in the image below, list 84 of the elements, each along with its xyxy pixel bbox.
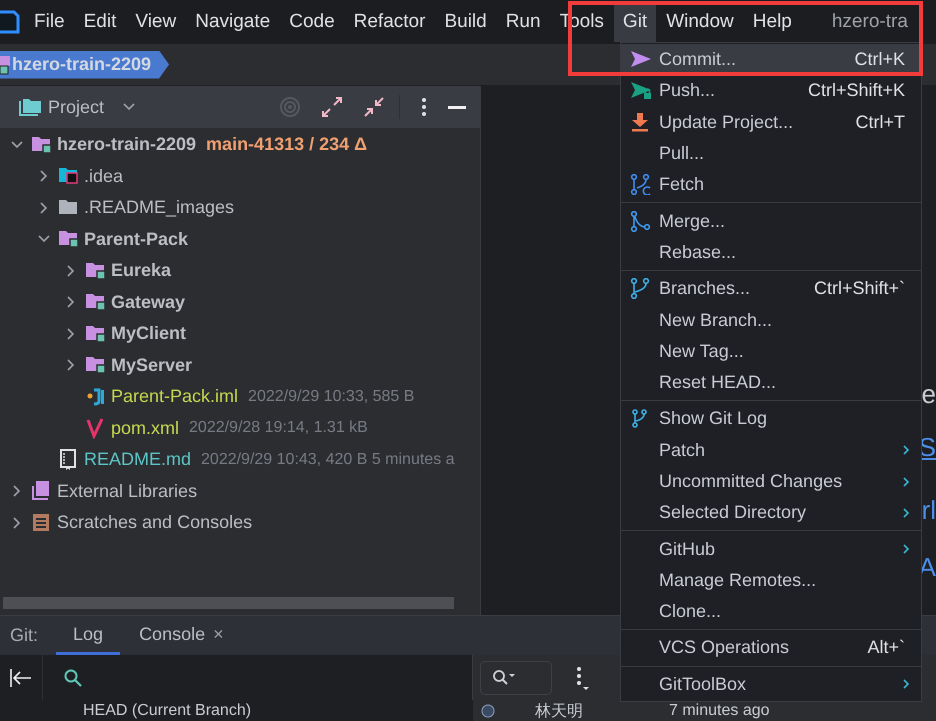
tree-item[interactable]: README.md: [84, 449, 192, 470]
menu-item[interactable]: Code: [280, 2, 344, 42]
tree-item[interactable]: Scratches and Consoles: [57, 512, 252, 534]
menu-item[interactable]: New Tag...: [621, 336, 921, 367]
menu-item[interactable]: GitHub: [621, 533, 921, 565]
tree-item[interactable]: MyServer: [111, 354, 192, 376]
v-mark-icon: [85, 417, 105, 440]
menu-item[interactable]: Build: [435, 2, 496, 42]
shortcut-label: Ctrl+K: [854, 49, 905, 70]
tree-item[interactable]: Eureka: [111, 260, 172, 282]
file-details: 2022/9/28 19:14, 1.31 kB: [189, 419, 368, 438]
menu-item[interactable]: Refactor: [344, 2, 434, 42]
menu-item[interactable]: View: [126, 2, 186, 42]
menu-item[interactable]: Run: [496, 2, 550, 42]
editor-text: e: [922, 379, 936, 409]
menu-item[interactable]: Branches... Ctrl+Shift+`: [621, 273, 921, 304]
commit-time: 7 minutes ago: [669, 701, 770, 721]
module-icon: [0, 54, 10, 76]
menu-item[interactable]: Pull...: [621, 138, 921, 170]
folder-icon: [18, 97, 42, 117]
commit-node-icon: [481, 704, 495, 718]
menu-item[interactable]: Patch: [621, 434, 921, 466]
tree-item[interactable]: Parent-Pack: [84, 228, 188, 250]
menu-item[interactable]: Selected Directory: [621, 497, 921, 528]
project-view-selector[interactable]: Project: [18, 96, 136, 118]
module-file-icon: [85, 386, 105, 408]
menu-item[interactable]: Push... Ctrl+Shift+K: [621, 75, 921, 107]
send-lock-icon: [630, 80, 652, 102]
tree-item[interactable]: Parent-Pack.iml: [111, 386, 238, 408]
tree-item[interactable]: External Libraries: [57, 480, 198, 502]
tree-item[interactable]: MyClient: [111, 323, 186, 344]
shortcut-label: Ctrl+Shift+`: [814, 278, 905, 300]
tree-item[interactable]: pom.xml: [111, 418, 180, 439]
menu-item[interactable]: Window: [657, 2, 743, 42]
tree-item[interactable]: .idea: [84, 166, 124, 187]
branch-item[interactable]: HEAD (Current Branch): [83, 702, 252, 719]
menu-item[interactable]: Help: [744, 2, 801, 42]
menu-item[interactable]: Clone...: [621, 596, 921, 628]
menu-item[interactable]: Update Project... Ctrl+T: [621, 106, 921, 138]
file-details: 2022/9/29 10:33, 585 B: [248, 388, 414, 406]
menu-item[interactable]: Edit: [74, 2, 126, 42]
shortcut-label: Ctrl+Shift+K: [808, 80, 905, 102]
more-icon[interactable]: [574, 664, 590, 690]
menu-item[interactable]: Merge...: [621, 205, 921, 237]
tab[interactable]: Console ×: [122, 616, 241, 655]
window-title: hzero-tra: [832, 11, 908, 33]
collapse-icon: [363, 96, 385, 118]
tree-item[interactable]: hzero-train-2209: [57, 134, 196, 156]
commit-author: 林天明: [535, 700, 583, 721]
collapse-left-icon[interactable]: [9, 666, 33, 688]
branch-icon: [630, 278, 652, 300]
menu-item[interactable]: Show Git Log: [621, 403, 921, 435]
tree-item[interactable]: Gateway: [111, 292, 186, 313]
book-icon: [58, 448, 78, 471]
file-details: 2022/9/29 10:43, 420 B 5 minutes a: [201, 450, 455, 469]
expand-icon: [321, 96, 343, 118]
target-icon: [279, 96, 301, 118]
menu-item[interactable]: Git: [614, 2, 656, 42]
list-icon: [31, 512, 51, 534]
shortcut-label: Alt+`: [867, 637, 905, 658]
minimize-icon: [448, 106, 466, 108]
branch-label: main-41313 / 234 Δ: [206, 134, 368, 156]
library-icon: [31, 480, 51, 502]
close-button[interactable]: ×: [213, 624, 224, 644]
scrollbar-thumb[interactable]: [3, 597, 454, 609]
menu-item[interactable]: Rebase...: [621, 236, 921, 268]
menu-item[interactable]: Manage Remotes...: [621, 564, 921, 596]
menu-item[interactable]: Reset HEAD...: [621, 366, 921, 398]
tree-item[interactable]: .README_images: [84, 197, 234, 218]
editor-text: rl: [922, 495, 936, 525]
search-icon: [491, 668, 517, 688]
more-icon: [420, 96, 428, 118]
menu-item[interactable]: Navigate: [186, 2, 280, 42]
menu-item[interactable]: Uncommitted Changes: [621, 466, 921, 498]
menu-item[interactable]: New Branch...: [621, 304, 921, 336]
fetch-icon: [630, 174, 652, 196]
tool-window-label: Git:: [10, 625, 38, 646]
search-icon: [63, 668, 83, 688]
menu-item[interactable]: Fetch: [621, 169, 921, 200]
menu-item[interactable]: VCS Operations Alt+`: [621, 632, 921, 664]
search-field[interactable]: [480, 660, 552, 694]
merge-icon: [630, 210, 652, 232]
shortcut-label: Ctrl+T: [856, 112, 905, 133]
menu-item[interactable]: File: [25, 2, 74, 42]
